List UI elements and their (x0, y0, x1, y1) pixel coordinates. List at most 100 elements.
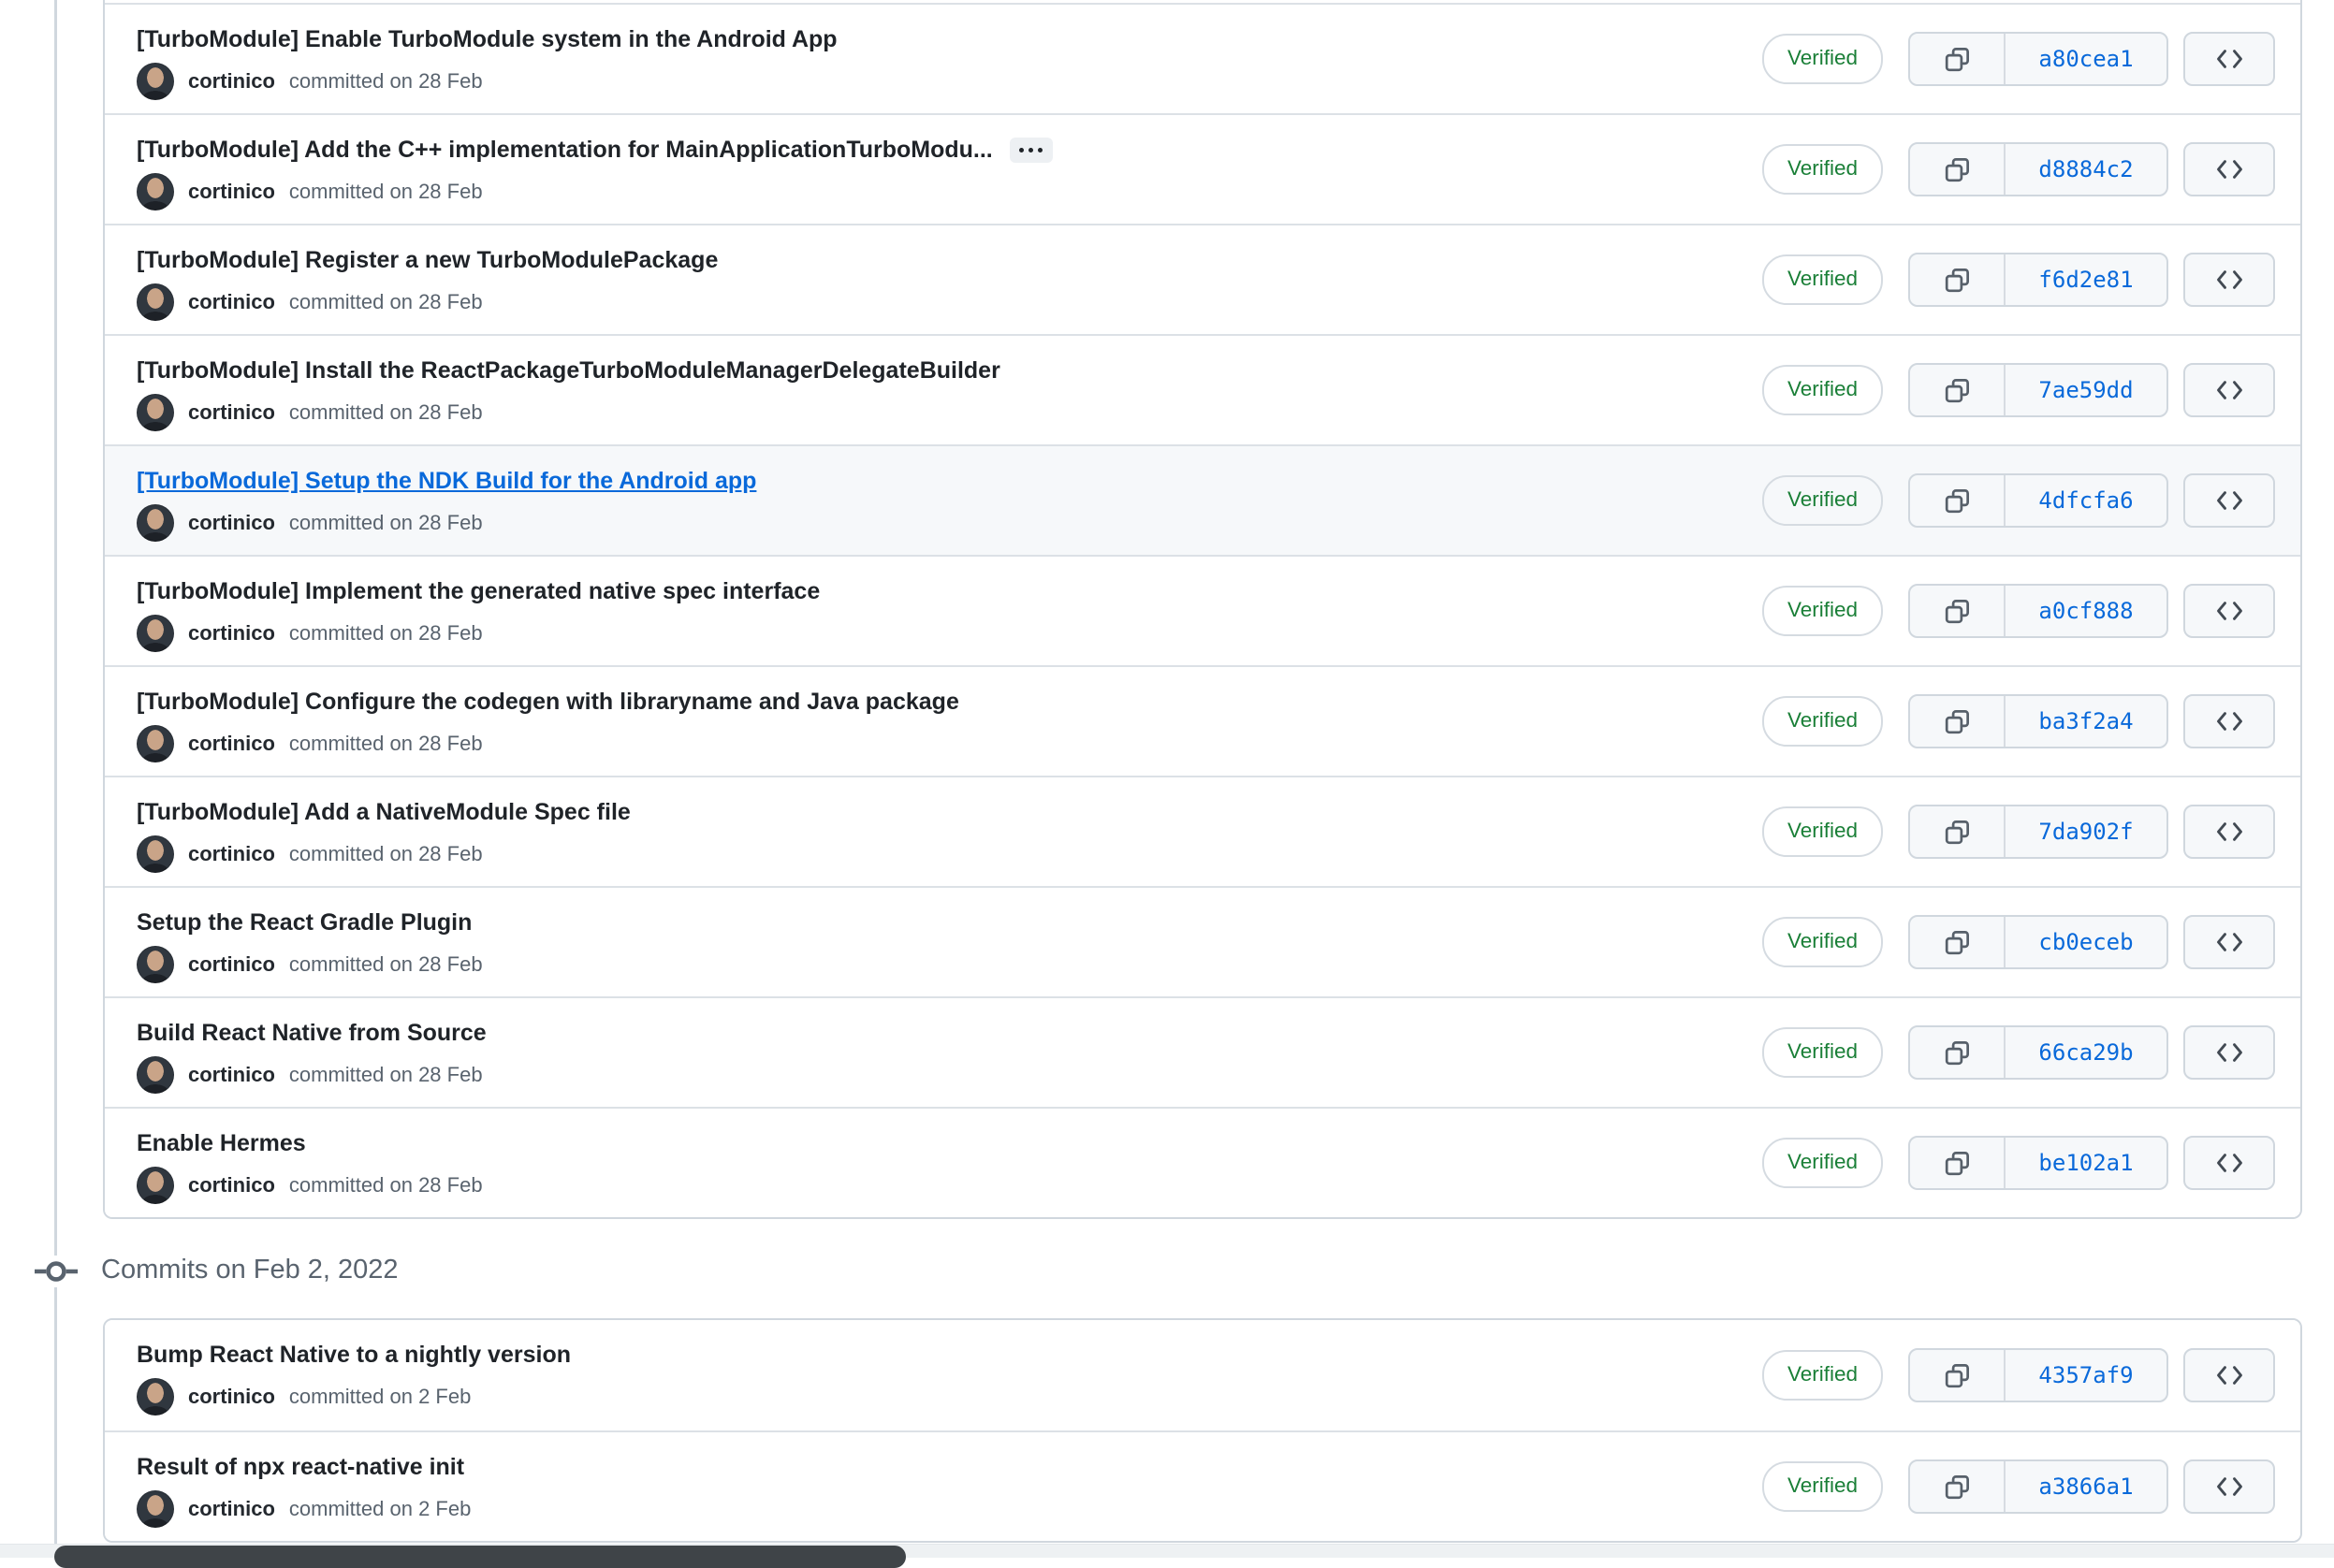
copy-icon (1945, 268, 1969, 292)
commit-sha-link[interactable]: 4dfcfa6 (2006, 475, 2166, 526)
browse-code-button[interactable] (2183, 142, 2275, 196)
commit-sha-link[interactable]: d8884c2 (2006, 144, 2166, 195)
avatar[interactable] (137, 504, 174, 542)
commit-author-link[interactable]: cortinico (188, 511, 275, 535)
avatar[interactable] (137, 835, 174, 873)
copy-sha-button[interactable] (1910, 917, 2006, 967)
avatar[interactable] (137, 615, 174, 652)
avatar[interactable] (137, 725, 174, 762)
copy-sha-button[interactable] (1910, 1461, 2006, 1512)
commit-row: Enable Hermes cortinico committed on 28 … (105, 1107, 2300, 1217)
avatar[interactable] (137, 1056, 174, 1094)
commit-actions: Verified 4357af9 (1761, 1348, 2275, 1402)
commit-author-link[interactable]: cortinico (188, 180, 275, 204)
commit-actions: Verified f6d2e81 (1761, 253, 2275, 307)
verified-badge[interactable]: Verified (1761, 475, 1883, 526)
commit-author-link[interactable]: cortinico (188, 1385, 275, 1409)
commit-title-link[interactable]: Enable Hermes (137, 1129, 306, 1157)
browse-code-button[interactable] (2183, 1025, 2275, 1080)
commit-title-link[interactable]: [TurboModule] Implement the generated na… (137, 577, 820, 605)
copy-sha-button[interactable] (1910, 144, 2006, 195)
browse-code-button[interactable] (2183, 1348, 2275, 1402)
browse-code-button[interactable] (2183, 1136, 2275, 1190)
commit-author-link[interactable]: cortinico (188, 732, 275, 756)
commit-author-link[interactable]: cortinico (188, 952, 275, 977)
commit-sha-link[interactable]: 4357af9 (2006, 1350, 2166, 1401)
commit-title-link[interactable]: Build React Native from Source (137, 1019, 487, 1047)
commit-author-link[interactable]: cortinico (188, 621, 275, 646)
copy-sha-button[interactable] (1910, 1027, 2006, 1078)
verified-badge[interactable]: Verified (1761, 696, 1883, 747)
verified-badge[interactable]: Verified (1761, 254, 1883, 305)
verified-badge[interactable]: Verified (1761, 144, 1883, 195)
verified-badge[interactable]: Verified (1761, 917, 1883, 967)
browse-code-button[interactable] (2183, 363, 2275, 417)
avatar[interactable] (137, 394, 174, 431)
commit-title-link[interactable]: Result of npx react-native init (137, 1453, 464, 1481)
commit-title-link[interactable]: [TurboModule] Add a NativeModule Spec fi… (137, 798, 631, 826)
commit-sha-link[interactable]: a80cea1 (2006, 34, 2166, 84)
commit-sha-link[interactable]: be102a1 (2006, 1138, 2166, 1188)
verified-badge[interactable]: Verified (1761, 806, 1883, 857)
avatar[interactable] (137, 1490, 174, 1528)
commit-actions: Verified d8884c2 (1761, 142, 2275, 196)
commit-author-link[interactable]: cortinico (188, 1173, 275, 1198)
copy-sha-button[interactable] (1910, 586, 2006, 636)
horizontal-scrollbar-thumb[interactable] (54, 1546, 906, 1568)
browse-code-button[interactable] (2183, 915, 2275, 969)
verified-badge[interactable]: Verified (1761, 365, 1883, 415)
avatar[interactable] (137, 63, 174, 100)
verified-badge[interactable]: Verified (1761, 1138, 1883, 1188)
commit-title-link[interactable]: [TurboModule] Setup the NDK Build for th… (137, 467, 756, 495)
commit-sha-link[interactable]: 66ca29b (2006, 1027, 2166, 1078)
commit-title-link[interactable]: [TurboModule] Configure the codegen with… (137, 688, 959, 716)
commit-author-link[interactable]: cortinico (188, 69, 275, 94)
commit-list-card-bottom: Bump React Native to a nightly version c… (103, 1318, 2302, 1543)
commit-author-link[interactable]: cortinico (188, 290, 275, 314)
avatar[interactable] (137, 173, 174, 211)
verified-badge[interactable]: Verified (1761, 1350, 1883, 1401)
commit-author-link[interactable]: cortinico (188, 1497, 275, 1521)
avatar[interactable] (137, 283, 174, 321)
commit-author-link[interactable]: cortinico (188, 1063, 275, 1087)
verified-badge[interactable]: Verified (1761, 1461, 1883, 1512)
commit-title-link[interactable]: Setup the React Gradle Plugin (137, 908, 472, 936)
avatar[interactable] (137, 946, 174, 983)
verified-badge[interactable]: Verified (1761, 1027, 1883, 1078)
copy-sha-button[interactable] (1910, 1138, 2006, 1188)
copy-sha-button[interactable] (1910, 254, 2006, 305)
avatar[interactable] (137, 1378, 174, 1416)
verified-badge[interactable]: Verified (1761, 34, 1883, 84)
copy-sha-button[interactable] (1910, 475, 2006, 526)
commit-sha-link[interactable]: a0cf888 (2006, 586, 2166, 636)
commit-title-link[interactable]: [TurboModule] Enable TurboModule system … (137, 25, 838, 53)
commit-author-link[interactable]: cortinico (188, 842, 275, 866)
copy-icon (1945, 378, 1969, 402)
verified-badge[interactable]: Verified (1761, 586, 1883, 636)
commit-title-link[interactable]: [TurboModule] Add the C++ implementation… (137, 136, 993, 164)
commit-sha-link[interactable]: a3866a1 (2006, 1461, 2166, 1512)
commit-sha-link[interactable]: f6d2e81 (2006, 254, 2166, 305)
commit-sha-link[interactable]: ba3f2a4 (2006, 696, 2166, 747)
browse-code-button[interactable] (2183, 1459, 2275, 1514)
browse-code-button[interactable] (2183, 694, 2275, 748)
commit-message-expand-button[interactable] (1009, 137, 1053, 163)
browse-code-button[interactable] (2183, 805, 2275, 859)
copy-sha-button[interactable] (1910, 1350, 2006, 1401)
browse-code-button[interactable] (2183, 32, 2275, 86)
browse-code-button[interactable] (2183, 473, 2275, 528)
commit-sha-link[interactable]: cb0eceb (2006, 917, 2166, 967)
commit-title-link[interactable]: [TurboModule] Install the ReactPackageTu… (137, 356, 1000, 385)
commit-title-link[interactable]: [TurboModule] Register a new TurboModule… (137, 246, 718, 274)
copy-sha-button[interactable] (1910, 696, 2006, 747)
browse-code-button[interactable] (2183, 253, 2275, 307)
copy-sha-button[interactable] (1910, 806, 2006, 857)
copy-sha-button[interactable] (1910, 365, 2006, 415)
browse-code-button[interactable] (2183, 584, 2275, 638)
commit-author-link[interactable]: cortinico (188, 400, 275, 425)
commit-sha-link[interactable]: 7ae59dd (2006, 365, 2166, 415)
commit-title-link[interactable]: Bump React Native to a nightly version (137, 1341, 571, 1369)
commit-sha-link[interactable]: 7da902f (2006, 806, 2166, 857)
copy-sha-button[interactable] (1910, 34, 2006, 84)
avatar[interactable] (137, 1167, 174, 1204)
